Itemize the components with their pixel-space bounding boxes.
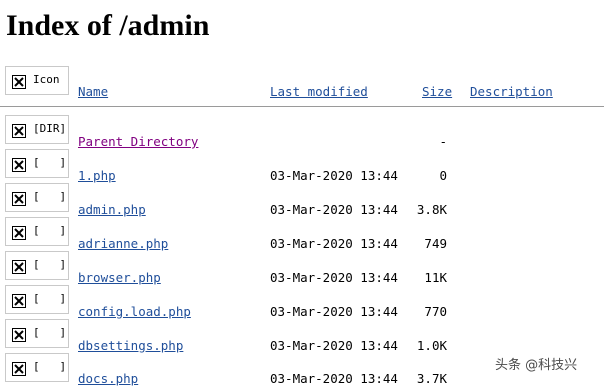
row-size: 3.8K xyxy=(416,202,447,217)
row-icon-alt: [DIR] xyxy=(33,122,67,135)
sort-by-size-link[interactable]: Size xyxy=(422,84,452,100)
page-title: Index of /admin xyxy=(6,9,210,42)
broken-image-icon xyxy=(12,124,26,138)
row-size: - xyxy=(439,134,447,149)
broken-image-icon xyxy=(12,328,26,342)
row-icon-cell: [ ] xyxy=(5,319,69,348)
broken-image-icon xyxy=(12,158,26,172)
header-divider xyxy=(0,106,604,107)
row-icon-alt: [ ] xyxy=(33,292,67,305)
row-icon-alt: [ ] xyxy=(33,360,67,373)
watermark: 头条 @科技兴 xyxy=(495,358,578,373)
row-icon-cell: [ ] xyxy=(5,251,69,280)
row-modified: 03-Mar-2020 13:44 xyxy=(270,168,398,183)
row-size: 0 xyxy=(439,168,447,183)
file-link[interactable]: dbsettings.php xyxy=(78,338,183,354)
row-size: 770 xyxy=(424,304,447,319)
row-icon-alt: [ ] xyxy=(33,326,67,339)
row-icon-alt: [ ] xyxy=(33,156,67,169)
broken-image-icon xyxy=(12,192,26,206)
header-icon-alt: Icon xyxy=(33,73,60,86)
row-icon-cell: [ ] xyxy=(5,183,69,212)
row-icon-cell: [ ] xyxy=(5,353,69,382)
file-link[interactable]: adrianne.php xyxy=(78,236,168,252)
row-size: 3.7K xyxy=(416,371,447,386)
broken-image-icon xyxy=(12,294,26,308)
broken-image-icon xyxy=(12,226,26,240)
row-icon-cell: [DIR] xyxy=(5,115,69,144)
row-modified: 03-Mar-2020 13:44 xyxy=(270,338,398,353)
row-size: 749 xyxy=(424,236,447,251)
row-icon-cell: [ ] xyxy=(5,149,69,178)
sort-by-last-modified-link[interactable]: Last modified xyxy=(270,84,368,100)
row-size: 1.0K xyxy=(416,338,447,353)
file-link[interactable]: config.load.php xyxy=(78,304,191,320)
row-icon-alt: [ ] xyxy=(33,224,67,237)
row-modified: 03-Mar-2020 13:44 xyxy=(270,304,398,319)
file-link[interactable]: 1.php xyxy=(78,168,116,184)
file-link[interactable]: docs.php xyxy=(78,371,138,387)
row-modified: 03-Mar-2020 13:44 xyxy=(270,270,398,285)
broken-image-icon xyxy=(12,260,26,274)
file-link[interactable]: admin.php xyxy=(78,202,146,218)
header-icon-cell: Icon xyxy=(5,66,69,95)
row-icon-alt: [ ] xyxy=(33,190,67,203)
sort-by-description-link[interactable]: Description xyxy=(470,84,553,100)
row-icon-alt: [ ] xyxy=(33,258,67,271)
row-modified: 03-Mar-2020 13:44 xyxy=(270,202,398,217)
row-icon-cell: [ ] xyxy=(5,217,69,246)
parent-directory-link[interactable]: Parent Directory xyxy=(78,134,198,150)
broken-image-icon xyxy=(12,75,26,89)
row-icon-cell: [ ] xyxy=(5,285,69,314)
broken-image-icon xyxy=(12,362,26,376)
file-link[interactable]: browser.php xyxy=(78,270,161,286)
row-size: 11K xyxy=(424,270,447,285)
sort-by-name-link[interactable]: Name xyxy=(78,84,108,100)
row-modified: 03-Mar-2020 13:44 xyxy=(270,236,398,251)
row-modified: 03-Mar-2020 13:44 xyxy=(270,371,398,386)
